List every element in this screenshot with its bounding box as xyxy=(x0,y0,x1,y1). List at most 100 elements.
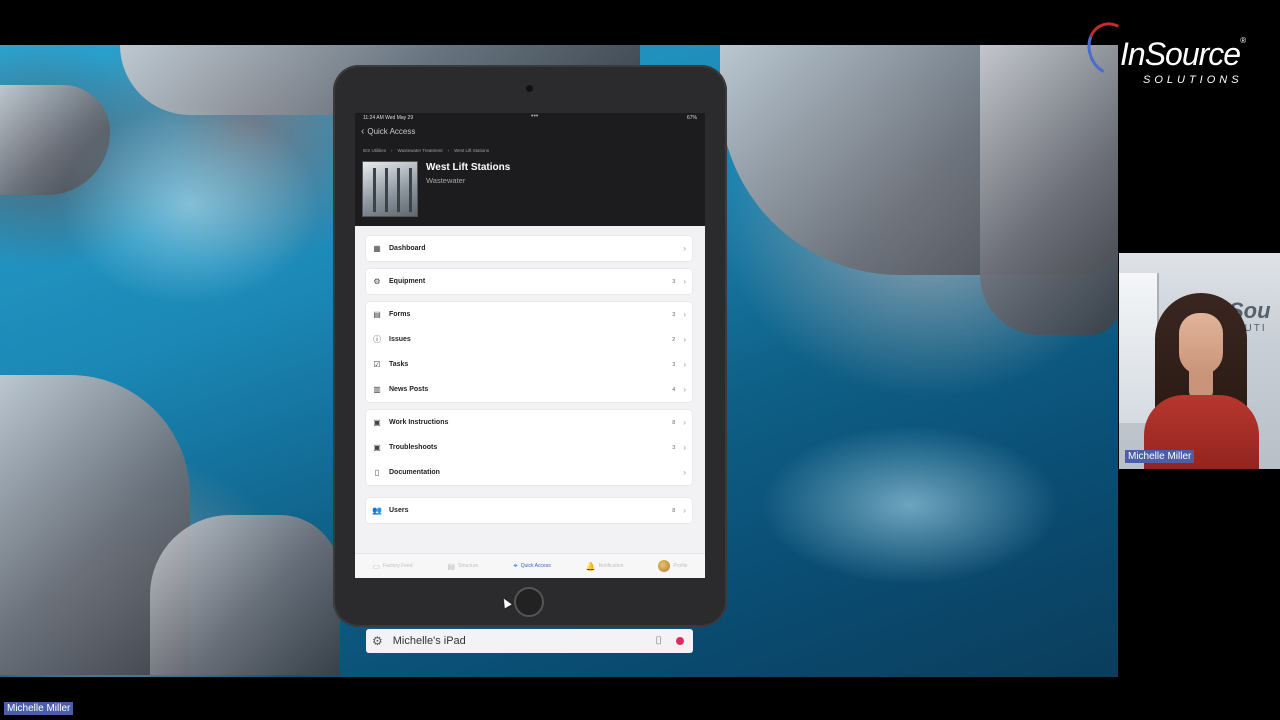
menu-row-label: Dashboard xyxy=(389,245,426,252)
multitasking-dots-icon[interactable]: ••• xyxy=(531,113,538,120)
menu-row-issues[interactable]: ⓘ Issues 2 › xyxy=(366,327,692,352)
presenter-name-label: Michelle Miller xyxy=(4,702,74,715)
tab-profile[interactable]: Profile xyxy=(658,560,688,572)
device-name: Michelle's iPad xyxy=(392,635,466,647)
camera-icon[interactable]: ⌷ xyxy=(655,635,662,648)
chevron-right-icon: › xyxy=(683,443,686,452)
menu-row-label: Tasks xyxy=(389,361,409,368)
quick-access-icon: ⌖ xyxy=(513,561,518,570)
menu-row-label: News Posts xyxy=(389,386,429,393)
menu-row-label: Work Instructions xyxy=(389,419,449,426)
status-time: 11:24 AM Wed May 29 xyxy=(363,115,414,121)
chevron-right-icon: › xyxy=(683,277,686,286)
webcam-tile: Sou LUTI Michelle Miller xyxy=(1119,253,1280,469)
chevron-right-icon: › xyxy=(683,244,686,253)
menu-row-dashboard[interactable]: ▦ Dashboard › xyxy=(366,236,692,261)
menu-row-count: 3 xyxy=(672,444,676,451)
screen-header: 11:24 AM Wed May 29 ••• 67% ‹ Quick Acce… xyxy=(355,113,705,226)
breadcrumb-item[interactable]: Wastewater Treatment xyxy=(398,148,443,153)
chevron-right-icon: › xyxy=(683,360,686,369)
record-indicator-icon[interactable] xyxy=(676,637,684,645)
documentation-icon: ▯ xyxy=(374,468,380,477)
meeting-stage: ⊞⌕⌁11:24 AM5/29/2024 11:24 AM Wed May 29… xyxy=(0,0,1280,720)
tab-structure[interactable]: ▤ Structure xyxy=(447,562,478,571)
gear-icon[interactable]: ⚙ xyxy=(372,634,383,648)
chevron-right-icon: › xyxy=(683,310,686,319)
tab-notification[interactable]: 🔔 Notification xyxy=(586,562,624,571)
menu-row-count: 4 xyxy=(672,386,676,393)
cliff-rock xyxy=(150,515,340,675)
breadcrumb-item[interactable]: IES Utilities xyxy=(363,148,386,153)
dashboard-icon: ▦ xyxy=(373,244,381,253)
work-instructions-icon: ▣ xyxy=(373,418,381,427)
logo-wordmark: InSource® xyxy=(1120,36,1246,73)
menu-group: ▦ Dashboard › xyxy=(366,236,692,261)
issues-icon: ⓘ xyxy=(373,335,381,344)
tab-label: Notification xyxy=(598,563,624,569)
tab-label: Structure xyxy=(458,563,479,569)
chevron-left-icon: ‹ xyxy=(361,125,365,137)
menu-group: ⚙ Equipment 3 › xyxy=(366,269,692,294)
menu-row-count: 3 xyxy=(672,361,676,368)
chevron-right-icon: › xyxy=(683,385,686,394)
menu-row-equipment[interactable]: ⚙ Equipment 3 › xyxy=(366,269,692,294)
menu-row-label: Issues xyxy=(389,336,411,343)
forms-icon: ▤ xyxy=(373,310,381,319)
breadcrumb-separator: › xyxy=(391,148,393,153)
structure-icon: ▤ xyxy=(447,561,455,571)
menu-row-count: 3 xyxy=(672,311,676,318)
insource-logo: InSource® SOLUTIONS xyxy=(1080,15,1268,92)
troubleshoots-icon: ▣ xyxy=(373,443,381,452)
tab-factory-feed[interactable]: ▭ Factory Feed xyxy=(372,562,412,571)
equipment-icon: ⚙ xyxy=(373,277,381,286)
breadcrumb: IES Utilities › Wastewater Treatment › West … xyxy=(363,148,489,153)
menu-row-label: Documentation xyxy=(389,469,440,476)
chevron-right-icon: › xyxy=(683,506,686,515)
location-thumbnail xyxy=(362,161,418,217)
menu-group: ▣ Work Instructions 8 › ▣ Troubleshoots 3 › ▯ Doc… xyxy=(366,410,692,485)
water-foam xyxy=(760,425,1060,585)
screen-mirror-bar: ⚙ Michelle's iPad ⌷ xyxy=(366,629,693,653)
menu-group: ▤ Forms 3 › ⓘ Issues 2 › ☑ Tasks 3 › ▥ News Posts 4 › xyxy=(366,302,692,402)
menu-row-documentation[interactable]: ▯ Documentation › xyxy=(366,460,692,485)
menu-group: 👥 Users 8 › xyxy=(366,498,692,523)
menu-row-label: Users xyxy=(389,507,409,514)
menu-row-label: Equipment xyxy=(389,278,426,285)
water-foam xyxy=(60,105,320,305)
home-button[interactable] xyxy=(514,587,544,617)
notification-icon: 🔔 xyxy=(585,561,596,571)
participant-face xyxy=(1179,313,1223,375)
ipad-device: 11:24 AM Wed May 29 ••• 67% ‹ Quick Acce… xyxy=(333,65,727,627)
chevron-right-icon: › xyxy=(683,418,686,427)
bottom-tab-bar: ▭ Factory Feed ▤ Structure ⌖ Quick Access 🔔 Not… xyxy=(355,553,705,578)
menu-row-tasks[interactable]: ☑ Tasks 3 › xyxy=(366,352,692,377)
ipad-camera xyxy=(526,85,533,92)
menu-row-users[interactable]: 👥 Users 8 › xyxy=(366,498,692,523)
menu-row-forms[interactable]: ▤ Forms 3 › xyxy=(366,302,692,327)
menu-row-news-posts[interactable]: ▥ News Posts 4 › xyxy=(366,377,692,402)
logo-registered-mark: ® xyxy=(1240,36,1246,45)
menu-row-label: Troubleshoots xyxy=(389,444,438,451)
menu-row-label: Forms xyxy=(389,311,411,318)
menu-row-count: 8 xyxy=(672,419,676,426)
tab-label: Quick Access xyxy=(520,563,551,569)
factory-feed-icon: ▭ xyxy=(372,561,381,571)
profile-avatar-icon xyxy=(658,560,671,572)
logo-brand: InSource xyxy=(1120,36,1241,72)
menu-row-work-instructions[interactable]: ▣ Work Instructions 8 › xyxy=(366,410,692,435)
menu-row-count: 3 xyxy=(672,278,676,285)
logo-subtitle: SOLUTIONS xyxy=(1143,74,1243,86)
chevron-right-icon: › xyxy=(683,335,686,344)
tasks-icon: ☑ xyxy=(373,360,381,369)
menu-row-troubleshoots[interactable]: ▣ Troubleshoots 3 › xyxy=(366,435,692,460)
ios-status-bar: 11:24 AM Wed May 29 ••• 67% xyxy=(363,113,697,123)
chevron-right-icon: › xyxy=(683,468,686,477)
webcam-background-window xyxy=(1119,273,1159,423)
users-icon: 👥 xyxy=(372,506,382,515)
ipad-screen: 11:24 AM Wed May 29 ••• 67% ‹ Quick Acce… xyxy=(355,113,705,578)
breadcrumb-item[interactable]: West Lift Stations xyxy=(454,148,489,153)
back-button[interactable]: ‹ Quick Access xyxy=(361,125,415,137)
participant-name-label: Michelle Miller xyxy=(1125,450,1195,463)
page-subtitle: Wastewater xyxy=(426,176,466,185)
tab-quick-access[interactable]: ⌖ Quick Access xyxy=(513,561,551,571)
